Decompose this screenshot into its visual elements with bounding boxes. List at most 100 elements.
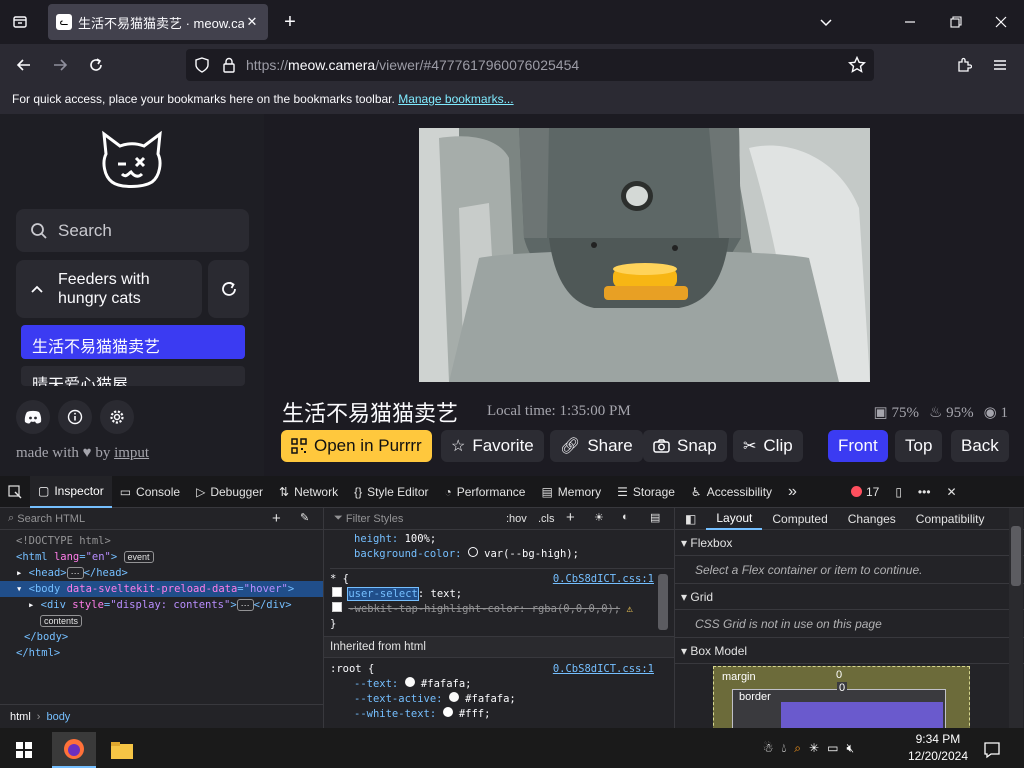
tab-network[interactable]: ⇅ Network (271, 476, 346, 508)
css-declaration[interactable]: user-select: text; (330, 587, 674, 602)
collapsed-badge[interactable]: ⋯ (236, 599, 254, 611)
tab-storage[interactable]: ☰ Storage (609, 476, 683, 508)
share-button[interactable]: 🔗︎ Share (550, 430, 643, 462)
file-explorer-icon[interactable] (100, 732, 144, 768)
volume-muted-icon[interactable]: 🔇︎ (846, 741, 854, 756)
css-selector[interactable]: * (330, 573, 343, 585)
refresh-button[interactable] (208, 260, 249, 318)
back-arrow-icon[interactable] (10, 51, 38, 79)
manage-bookmarks-link[interactable]: Manage bookmarks... (398, 92, 513, 106)
windows-start-icon[interactable] (2, 732, 46, 768)
settings-button[interactable] (100, 400, 134, 434)
responsive-mode-icon[interactable]: ▯ (887, 476, 910, 508)
css-declaration[interactable]: --text: #fafafa; (330, 677, 674, 692)
checkbox[interactable] (332, 587, 342, 597)
back-camera-button[interactable]: Back (951, 430, 1009, 462)
clock[interactable]: 9:34 PM 12/20/2024 (908, 731, 968, 765)
margin-top-value[interactable]: 0 (836, 669, 842, 681)
devtools-menu-icon[interactable]: ••• (910, 476, 939, 508)
cat-logo-icon[interactable] (98, 130, 166, 192)
snap-button[interactable]: Snap (643, 430, 727, 462)
chevron-down-icon[interactable] (812, 8, 840, 36)
feeder-item[interactable]: 晴天爱心猫屋 (21, 366, 245, 386)
tab-computed[interactable]: Computed (762, 508, 837, 530)
network-tray-icon[interactable]: ▭ (827, 741, 838, 755)
breadcrumb-item[interactable]: body (46, 711, 70, 723)
tree-node[interactable]: <html lang="en"> event (16, 549, 323, 565)
pick-element-icon[interactable] (0, 476, 30, 508)
tab-style-editor[interactable]: {} Style Editor (346, 476, 436, 508)
tree-node[interactable]: </body> (16, 629, 323, 645)
feeder-item-active[interactable]: 生活不易猫猫卖艺 (21, 325, 245, 359)
tab-inspector[interactable]: ▢ Inspector (30, 475, 112, 508)
feeders-group-toggle[interactable]: Feeders with hungry cats (16, 260, 202, 318)
css-declaration[interactable]: height: 100%; (330, 532, 674, 547)
tab-layout[interactable]: Layout (706, 508, 763, 530)
new-tab-icon[interactable]: + (276, 8, 304, 36)
filter-styles-input[interactable]: Filter Styles (346, 513, 403, 525)
rules-scrollbar[interactable] (658, 574, 668, 630)
warning-icon[interactable]: ⚠ (626, 603, 632, 615)
css-declaration[interactable]: --white-text: #fff; (330, 707, 674, 722)
print-icon[interactable]: ▤ (650, 511, 660, 524)
front-camera-button[interactable]: Front (828, 430, 888, 462)
clip-button[interactable]: ✂ Clip (733, 430, 803, 462)
lock-icon[interactable] (222, 57, 236, 73)
close-devtools-icon[interactable]: ✕ (939, 476, 965, 508)
tab-changes[interactable]: Changes (838, 508, 906, 530)
grid-section-header[interactable]: ▾ Grid (675, 584, 1024, 610)
tree-node[interactable]: <!DOCTYPE html> (16, 533, 323, 549)
search-html-input[interactable]: ⌕ Search HTML + ✎ (0, 508, 323, 530)
close-window-icon[interactable] (987, 8, 1015, 36)
notifications-icon[interactable] (970, 732, 1014, 768)
firefox-taskbar-icon[interactable] (52, 732, 96, 768)
css-declaration[interactable]: background-color: var(--bg-high); (330, 547, 674, 562)
tree-node-selected[interactable]: ▾ <body data-sveltekit-preload-data="hov… (0, 581, 323, 597)
more-tabs-icon[interactable]: » (780, 476, 805, 508)
brightness-icon[interactable]: ✳ (809, 741, 819, 755)
bookmark-star-icon[interactable] (848, 56, 866, 74)
box-model-section-header[interactable]: ▾ Box Model (675, 638, 1024, 664)
light-mode-icon[interactable]: ☀ (594, 511, 604, 524)
event-badge[interactable]: event (123, 551, 154, 563)
tab-accessibility[interactable]: ♿︎ Accessibility (683, 476, 780, 508)
color-swatch[interactable] (448, 692, 459, 702)
author-link[interactable]: imput (114, 445, 149, 461)
forward-arrow-icon[interactable] (46, 51, 74, 79)
layout-scrollbar[interactable] (1009, 508, 1023, 728)
add-rule-icon[interactable]: + (566, 509, 575, 526)
breadcrumb-item[interactable]: html (10, 711, 31, 723)
hov-toggle[interactable]: :hov (506, 513, 527, 525)
contents-badge[interactable]: contents (40, 615, 83, 627)
url-bar[interactable]: https://meow.camera/viewer/#477761796007… (186, 49, 874, 81)
tab-compatibility[interactable]: Compatibility (906, 508, 995, 530)
tab-performance[interactable]: ◔ Performance (436, 476, 533, 508)
eyedropper-icon[interactable]: ✎ (300, 511, 309, 524)
browser-tab[interactable]: ᓚ 生活不易猫猫卖艺 · meow.camera ✕ (48, 4, 268, 40)
open-in-purrrr-button[interactable]: Open in Purrrr (281, 430, 432, 462)
color-swatch[interactable] (467, 547, 478, 557)
discord-button[interactable] (16, 400, 50, 434)
color-swatch[interactable] (442, 707, 453, 717)
search-input[interactable]: Search (16, 209, 249, 252)
restore-icon[interactable] (942, 8, 970, 36)
info-button[interactable] (58, 400, 92, 434)
tree-node[interactable]: </html> (16, 645, 323, 661)
css-selector[interactable]: :root (330, 663, 368, 675)
menu-icon[interactable] (986, 51, 1014, 79)
expand-arrow-icon[interactable]: ▸ (28, 599, 34, 611)
border-top-value[interactable]: 0 (837, 682, 848, 694)
tab-console[interactable]: ▭ Console (112, 476, 188, 508)
close-tab-icon[interactable]: ✕ (244, 14, 260, 30)
tab-list-icon[interactable] (6, 8, 34, 36)
css-prop-selected[interactable]: user-select (347, 587, 419, 601)
tree-node[interactable]: ▸ <head> ⋯ </head> (16, 565, 323, 581)
css-declaration[interactable]: -webkit-tap-highlight-color: rgba(0,0,0,… (330, 602, 674, 617)
cls-toggle[interactable]: .cls (538, 513, 555, 525)
scroll-thumb[interactable] (1011, 526, 1021, 586)
add-node-icon[interactable]: + (272, 510, 281, 527)
tree-node[interactable]: ▸ <div style="display: contents"> ⋯ </div> (16, 597, 323, 613)
tab-memory[interactable]: ▤ Memory (533, 476, 609, 508)
tab-debugger[interactable]: ▷ Debugger (188, 476, 271, 508)
search-tray-icon[interactable]: ⌕ (794, 741, 801, 756)
